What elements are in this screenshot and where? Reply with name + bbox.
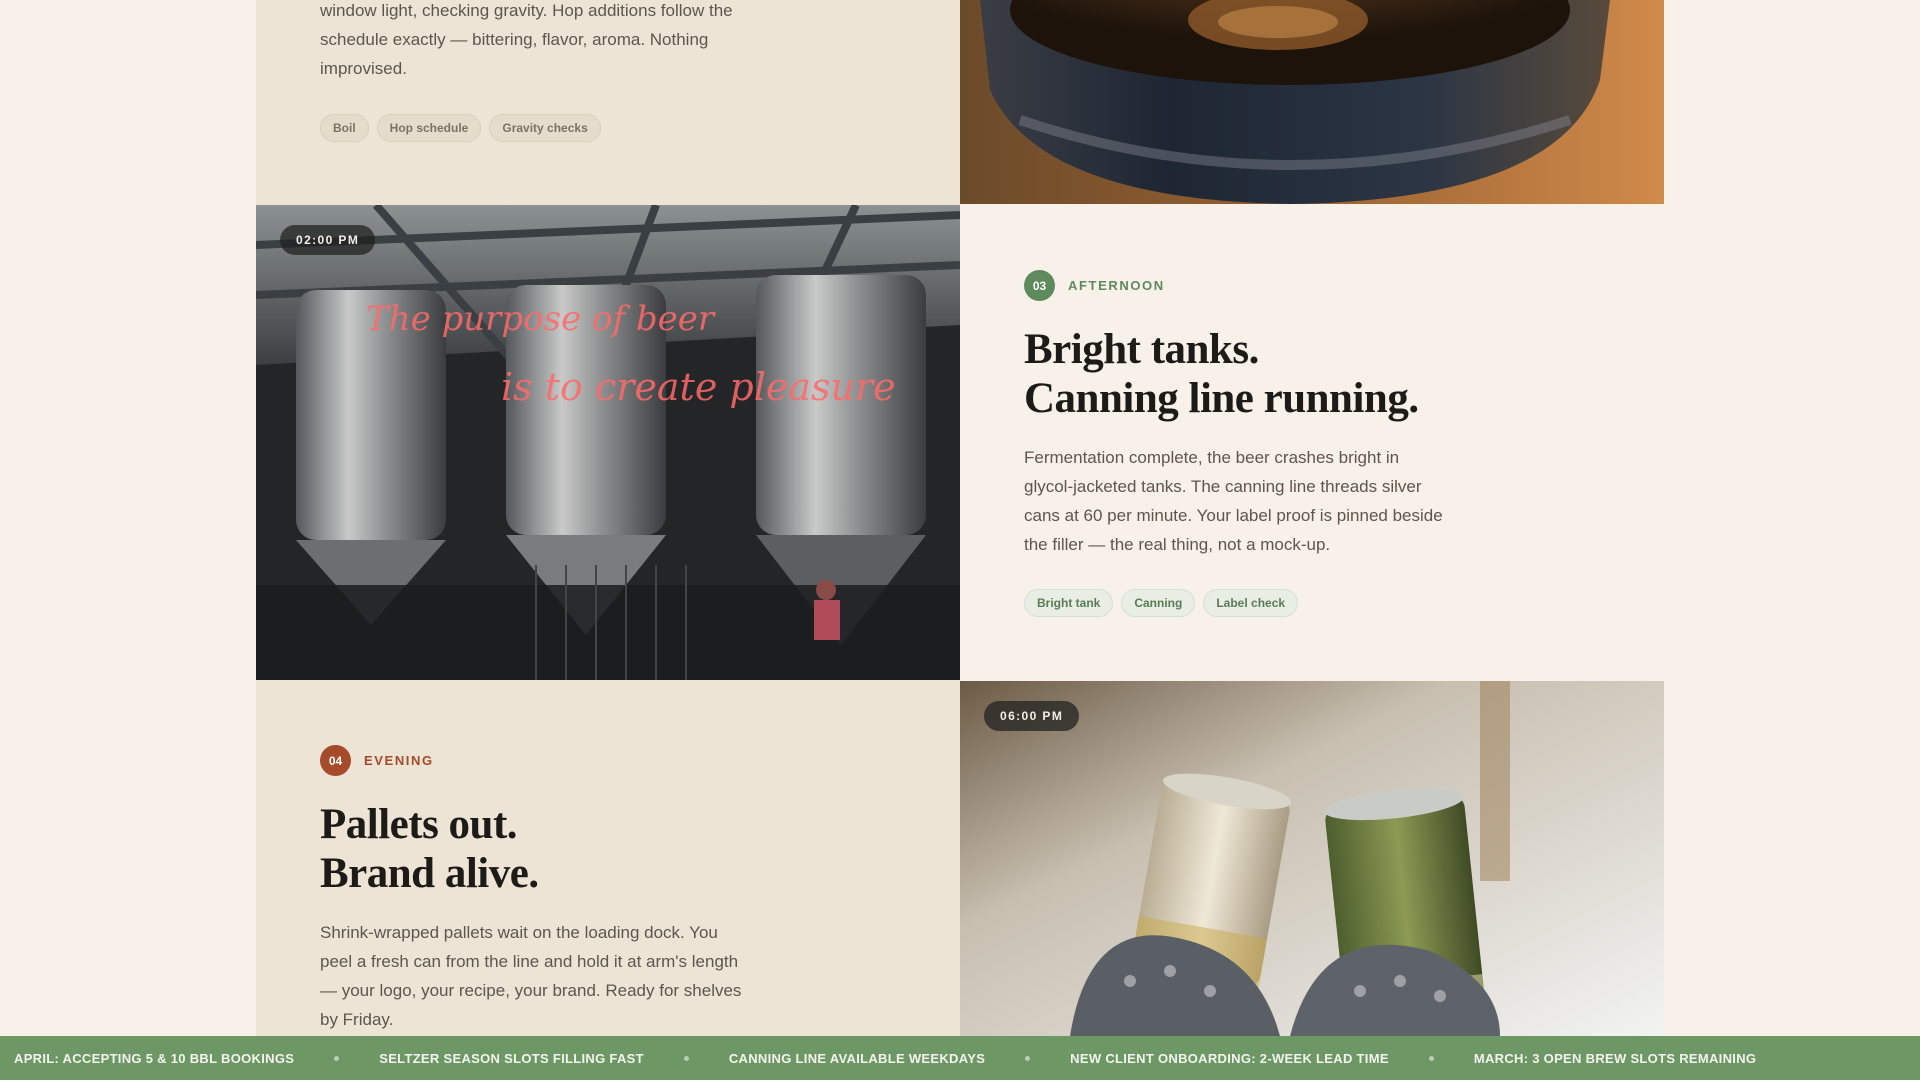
heading-line-1: Pallets out. [320, 801, 518, 848]
afternoon-heading: Bright tanks. Canning line running. [1024, 325, 1644, 423]
kettle-photo [960, 0, 1664, 204]
ticker-item: APRIL: ACCEPTING 5 & 10 BBL BOOKINGS [14, 1050, 295, 1066]
tag-hop-schedule[interactable]: Hop schedule [376, 114, 482, 142]
tag-bright-tank[interactable]: Bright tank [1024, 589, 1114, 617]
step-number-badge: 04 [320, 745, 351, 776]
afternoon-text-panel: 03 AFTERNOON Bright tanks. Canning line … [960, 205, 1664, 680]
afternoon-body: Fermentation complete, the beer crashes … [1024, 448, 1443, 554]
afternoon-tags: Bright tank Canning Label check [1024, 589, 1299, 617]
evening-time-badge: 06:00 PM [984, 701, 1080, 731]
ticker-item: CANNING LINE AVAILABLE WEEKDAYS [728, 1050, 986, 1066]
step-number-badge: 03 [1024, 270, 1055, 301]
step-label: AFTERNOON [1068, 278, 1165, 293]
heading-line-2: Canning line running. [1024, 375, 1419, 422]
tag-canning[interactable]: Canning [1121, 589, 1196, 617]
afternoon-step: 03 AFTERNOON [1024, 270, 1165, 301]
ticker-item: SELTZER SEASON SLOTS FILLING FAST [379, 1050, 644, 1066]
cans-photo: 06:00 PM [960, 681, 1664, 1036]
evening-body: Shrink-wrapped pallets wait on the loadi… [320, 923, 742, 1029]
ticker-track: APRIL: ACCEPTING 5 & 10 BBL BOOKINGS SEL… [0, 1036, 1796, 1080]
tag-boil[interactable]: Boil [320, 114, 369, 142]
ticker-item: MARCH: 3 OPEN BREW SLOTS REMAINING [1473, 1050, 1757, 1066]
neon-sign-line1: The purpose of beer [366, 299, 716, 339]
brewhouse-photo: The purpose of beer is to create pleasur… [256, 205, 960, 680]
morning-body: window light, checking gravity. Hop addi… [320, 1, 733, 78]
morning-text-panel: window light, checking gravity. Hop addi… [256, 0, 960, 205]
evening-heading: Pallets out. Brand alive. [320, 800, 940, 898]
evening-text-panel: 04 EVENING Pallets out. Brand alive. Shr… [256, 680, 960, 1036]
ticker-item: NEW CLIENT ONBOARDING: 2-WEEK LEAD TIME [1070, 1050, 1389, 1066]
tag-label-check[interactable]: Label check [1203, 589, 1299, 617]
announcement-ticker: APRIL: ACCEPTING 5 & 10 BBL BOOKINGS SEL… [0, 1036, 1920, 1080]
step-label: EVENING [364, 753, 434, 768]
morning-tags: Boil Hop schedule Gravity checks [320, 114, 601, 142]
evening-step: 04 EVENING [320, 745, 434, 776]
heading-line-2: Brand alive. [320, 850, 539, 897]
tag-gravity-checks[interactable]: Gravity checks [489, 114, 601, 142]
afternoon-time-badge: 02:00 PM [280, 225, 376, 255]
heading-line-1: Bright tanks. [1024, 326, 1259, 373]
neon-sign-line2: is to create pleasure [501, 365, 896, 409]
